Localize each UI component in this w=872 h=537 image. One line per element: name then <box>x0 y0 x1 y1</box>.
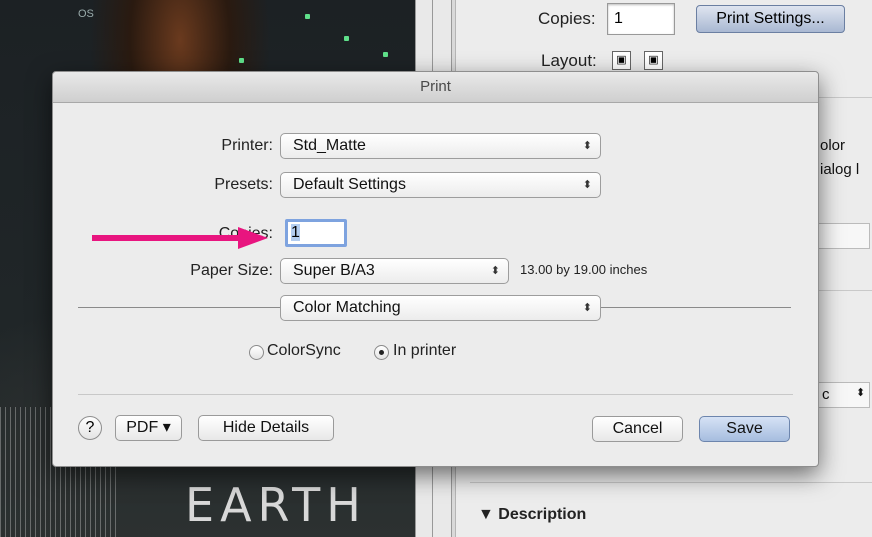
pink-arrow-icon <box>92 227 268 249</box>
paper-size-value: Super B/A3 <box>293 262 375 279</box>
bg-divider <box>470 482 872 483</box>
in-printer-radio[interactable] <box>374 345 389 360</box>
bg-copies-label: Copies: <box>538 9 596 28</box>
up-down-chevron-icon: ⬍ <box>856 387 866 399</box>
landscape-layout-icon[interactable]: ▣ <box>644 51 663 70</box>
photo-star <box>239 58 244 63</box>
hide-details-button[interactable]: Hide Details <box>198 415 334 441</box>
up-down-chevron-icon: ⬍ <box>582 302 592 314</box>
section-popup[interactable]: Color Matching ⬍ <box>280 295 601 321</box>
colorsync-label: ColorSync <box>267 342 341 359</box>
bg-layout-label: Layout: <box>541 51 597 70</box>
bg-field <box>818 223 870 249</box>
bg-divider <box>818 97 872 98</box>
bg-text-fragment: ialog l <box>820 161 860 178</box>
footer-separator <box>78 394 793 395</box>
help-icon[interactable]: ? <box>78 416 102 440</box>
copies-input[interactable]: 1 <box>285 219 347 247</box>
paper-size-popup[interactable]: Super B/A3 ⬍ <box>280 258 509 284</box>
section-divider-right <box>601 307 791 308</box>
up-down-chevron-icon: ⬍ <box>582 179 592 191</box>
description-disclosure[interactable]: ▼ Description <box>478 506 586 524</box>
section-divider-left <box>78 307 280 308</box>
photo-star <box>305 14 310 19</box>
section-value: Color Matching <box>293 299 401 316</box>
portrait-layout-icon[interactable]: ▣ <box>612 51 631 70</box>
print-dialog: Print Printer: Std_Matte ⬍ Presets: Defa… <box>52 71 819 467</box>
photo-text-top: OS <box>78 8 94 20</box>
photo-text-bottom: EARTH <box>185 478 367 532</box>
bg-text-fragment: olor <box>820 137 846 154</box>
colorsync-radio[interactable] <box>249 345 264 360</box>
up-down-chevron-icon: ⬍ <box>490 265 500 277</box>
bg-divider <box>818 290 872 291</box>
photo-star <box>383 52 388 57</box>
pdf-button[interactable]: PDF ▾ <box>115 415 182 441</box>
printer-popup[interactable]: Std_Matte ⬍ <box>280 133 601 159</box>
save-button[interactable]: Save <box>699 416 790 442</box>
printer-value: Std_Matte <box>293 137 366 154</box>
photo-star <box>344 36 349 41</box>
copies-value: 1 <box>291 224 300 241</box>
paper-size-label: Paper Size: <box>190 262 273 279</box>
dialog-title: Print <box>53 72 818 103</box>
presets-popup[interactable]: Default Settings ⬍ <box>280 172 601 198</box>
cancel-button[interactable]: Cancel <box>592 416 683 442</box>
in-printer-label: In printer <box>393 342 457 359</box>
up-down-chevron-icon: ⬍ <box>582 140 592 152</box>
printer-label: Printer: <box>221 137 273 154</box>
presets-label: Presets: <box>214 176 273 193</box>
presets-value: Default Settings <box>293 176 406 193</box>
print-settings-button[interactable]: Print Settings... <box>696 5 845 33</box>
bg-copies-input[interactable]: 1 <box>607 3 675 35</box>
bg-text-fragment: c <box>822 386 830 403</box>
paper-size-info: 13.00 by 19.00 inches <box>520 262 648 277</box>
